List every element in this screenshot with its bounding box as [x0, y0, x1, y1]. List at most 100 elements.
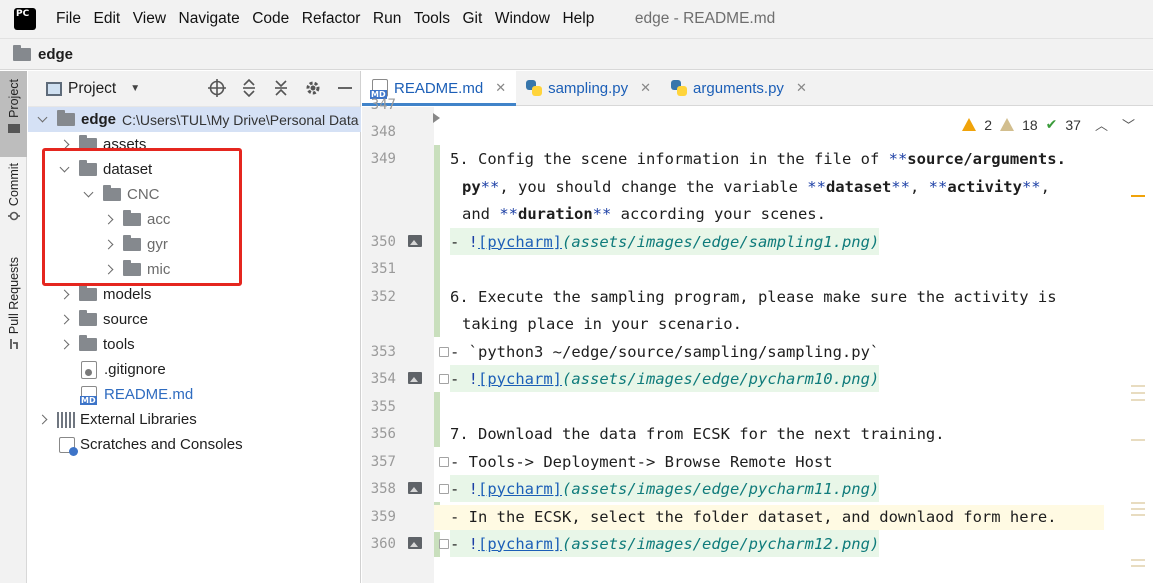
menu-view[interactable]: View	[133, 10, 166, 28]
stripe-mark[interactable]	[1131, 559, 1145, 561]
chevron-down-icon[interactable]: ▼	[130, 83, 140, 94]
chevron-right-icon[interactable]	[103, 239, 115, 251]
tab-arguments[interactable]: arguments.py ✕	[661, 71, 817, 105]
tree-item-tools[interactable]: tools	[28, 332, 361, 357]
hide-panel-icon[interactable]	[336, 79, 354, 97]
image-link[interactable]: [pycharm]	[478, 480, 562, 498]
image-preview-icon[interactable]	[408, 537, 422, 549]
menu-navigate[interactable]: Navigate	[179, 10, 240, 28]
breadcrumb-project[interactable]: edge	[38, 46, 73, 63]
stripe-mark[interactable]	[1131, 439, 1145, 441]
editor-area[interactable]: 347 348 349 350 351 352 353 354 355 356 …	[362, 97, 1153, 583]
menu-edit[interactable]: Edit	[93, 10, 120, 28]
tree-item-assets[interactable]: assets	[28, 132, 361, 157]
close-icon[interactable]: ✕	[796, 80, 807, 96]
line-number: 347	[370, 97, 396, 113]
chevron-right-icon[interactable]	[59, 139, 71, 151]
menu-tools[interactable]: Tools	[414, 10, 450, 28]
menu-file[interactable]: File	[56, 10, 81, 28]
chevron-down-icon[interactable]	[83, 189, 95, 201]
tool-tab-pull-requests[interactable]: Pull Requests	[0, 257, 27, 367]
folder-icon	[123, 235, 141, 251]
menu-run[interactable]: Run	[373, 10, 401, 28]
tree-item-edge[interactable]: edge C:\Users\TUL\My Drive\Personal Data	[28, 107, 361, 132]
inspection-widget[interactable]: 2 18 ✔ 37 ︿ ﹀	[962, 115, 1135, 134]
stripe-mark[interactable]	[1131, 508, 1145, 510]
tree-item-dataset[interactable]: dataset	[28, 157, 361, 182]
tree-item-label: dataset	[103, 161, 153, 178]
code-text[interactable]: 5. Config the scene information in the f…	[450, 107, 1140, 583]
tree-item-scratches[interactable]: Scratches and Consoles	[28, 432, 361, 457]
tab-sampling[interactable]: sampling.py ✕	[516, 71, 661, 105]
tree-item-readme[interactable]: README.md	[28, 382, 361, 407]
tree-item-label: acc	[147, 211, 171, 228]
menu-window[interactable]: Window	[495, 10, 550, 28]
code-line-359: - In the ECSK, select the folder dataset…	[450, 503, 1057, 530]
stripe-mark[interactable]	[1131, 565, 1145, 567]
error-stripe[interactable]	[1131, 107, 1145, 583]
tool-tab-commit[interactable]: Commit	[0, 163, 27, 233]
image-preview-icon[interactable]	[408, 372, 422, 384]
stripe-mark[interactable]	[1131, 385, 1145, 387]
project-panel-title[interactable]: Project	[68, 80, 116, 98]
image-path[interactable]: (assets/images/edge/pycharm10.png)	[562, 370, 879, 388]
image-path[interactable]: (assets/images/edge/pycharm11.png)	[562, 480, 879, 498]
tree-item-label: tools	[103, 336, 135, 353]
previous-highlight-icon[interactable]: ︿	[1095, 115, 1108, 134]
image-marker: !	[468, 369, 479, 388]
markdown-file-icon	[370, 79, 388, 99]
tree-item-external-libraries[interactable]: External Libraries	[28, 407, 361, 432]
stripe-mark[interactable]	[1131, 392, 1145, 394]
vcs-change-marker[interactable]	[434, 392, 440, 447]
image-link[interactable]: [pycharm]	[478, 535, 562, 553]
tree-item-acc[interactable]: acc	[28, 207, 361, 232]
expand-all-icon[interactable]	[240, 79, 258, 97]
fold-toggle-icon[interactable]	[439, 539, 449, 549]
menu-help[interactable]: Help	[562, 10, 594, 28]
tree-item-source[interactable]: source	[28, 307, 361, 332]
chevron-right-icon[interactable]	[103, 214, 115, 226]
image-preview-icon[interactable]	[408, 235, 422, 247]
fold-toggle-icon[interactable]	[439, 457, 449, 467]
image-link[interactable]: [pycharm]	[478, 233, 562, 251]
image-link[interactable]: [pycharm]	[478, 370, 562, 388]
tree-item-models[interactable]: models	[28, 282, 361, 307]
close-icon[interactable]: ✕	[495, 80, 506, 96]
tree-item-cnc[interactable]: CNC	[28, 182, 361, 207]
tree-item-label: mic	[147, 261, 171, 278]
stripe-mark[interactable]	[1131, 514, 1145, 516]
image-path[interactable]: (assets/images/edge/pycharm12.png)	[562, 535, 879, 553]
select-opened-file-icon[interactable]	[208, 79, 226, 97]
tree-item-gyr[interactable]: gyr	[28, 232, 361, 257]
menu-refactor[interactable]: Refactor	[302, 10, 361, 28]
fold-arrow-icon[interactable]	[433, 113, 440, 123]
code-text-segment: - In the ECSK, select the folder dataset…	[450, 507, 1057, 526]
fold-toggle-icon[interactable]	[439, 347, 449, 357]
chevron-right-icon[interactable]	[59, 289, 71, 301]
warning-count: 2	[984, 116, 993, 133]
chevron-down-icon[interactable]	[59, 164, 71, 176]
tree-item-gitignore[interactable]: .gitignore	[28, 357, 361, 382]
stripe-mark[interactable]	[1131, 502, 1145, 504]
image-path[interactable]: (assets/images/edge/sampling1.png)	[562, 233, 879, 251]
chevron-right-icon[interactable]	[37, 414, 49, 426]
chevron-right-icon[interactable]	[103, 264, 115, 276]
warning-stripe-mark[interactable]	[1131, 195, 1145, 197]
vcs-change-marker[interactable]	[434, 145, 440, 337]
tool-tab-project[interactable]: Project	[0, 71, 27, 157]
menu-code[interactable]: Code	[252, 10, 289, 28]
gear-icon[interactable]	[304, 79, 322, 97]
tree-item-label: .gitignore	[104, 361, 166, 378]
stripe-mark[interactable]	[1131, 399, 1145, 401]
image-preview-icon[interactable]	[408, 482, 422, 494]
project-view-icon	[46, 81, 62, 96]
chevron-right-icon[interactable]	[59, 339, 71, 351]
collapse-all-icon[interactable]	[272, 79, 290, 97]
fold-toggle-icon[interactable]	[439, 484, 449, 494]
menu-git[interactable]: Git	[463, 10, 483, 28]
tree-item-mic[interactable]: mic	[28, 257, 361, 282]
chevron-down-icon[interactable]	[37, 114, 49, 126]
fold-toggle-icon[interactable]	[439, 374, 449, 384]
chevron-right-icon[interactable]	[59, 314, 71, 326]
close-icon[interactable]: ✕	[640, 80, 651, 96]
